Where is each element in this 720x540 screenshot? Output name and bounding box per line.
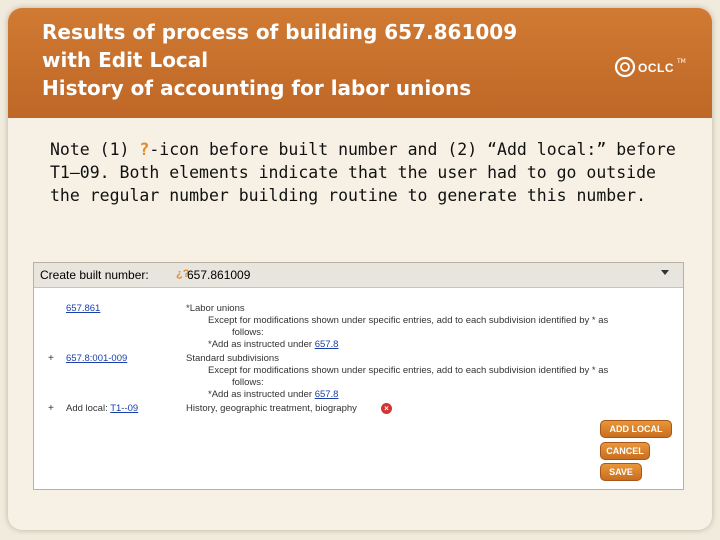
oclc-globe-icon — [614, 56, 636, 78]
instruction-line: Except for modifications shown under spe… — [208, 315, 609, 326]
expand-plus-icon[interactable]: + — [48, 403, 54, 414]
slide-header: Results of process of building 657.86100… — [8, 8, 712, 118]
add-local-entry: Add local: T1--09 — [66, 403, 138, 414]
dropdown-arrow-icon[interactable] — [661, 270, 669, 275]
panel-header[interactable]: Create built number: ¿? 657.861009 — [34, 263, 683, 288]
link-657-8[interactable]: 657.8 — [315, 339, 339, 350]
number-link-standard-subdivisions[interactable]: 657.8:001-009 — [66, 353, 127, 364]
link-657-8[interactable]: 657.8 — [315, 389, 339, 400]
title-line-2: with Edit Local — [42, 48, 209, 72]
link-t1-09[interactable]: T1--09 — [110, 403, 138, 414]
add-instruction: *Add as instructed under 657.8 — [208, 339, 338, 350]
add-local-button[interactable]: ADD LOCAL — [600, 420, 672, 438]
add-instruction: *Add as instructed under 657.8 — [208, 389, 338, 400]
instruction-line: Except for modifications shown under spe… — [208, 365, 609, 376]
instruction-follows: follows: — [232, 377, 264, 388]
caption-standard-subdivisions: Standard subdivisions — [186, 353, 279, 364]
caption-history: History, geographic treatment, biography — [186, 403, 357, 414]
remove-x-icon[interactable]: × — [381, 403, 392, 414]
note-text: Note (1) ?-icon before built number and … — [50, 138, 690, 207]
logo-text: OCLC — [638, 61, 674, 75]
title-line-1: Results of process of building 657.86100… — [42, 20, 518, 44]
question-icon: ? — [139, 140, 150, 159]
panel-header-label: Create built number: — [40, 268, 149, 282]
caption-labor-unions: *Labor unions — [186, 303, 245, 314]
add-instruction-text: *Add as instructed under — [208, 389, 315, 400]
cancel-button[interactable]: CANCEL — [600, 442, 650, 460]
save-button[interactable]: SAVE — [600, 463, 642, 481]
note-part-1: Note (1) — [50, 140, 140, 159]
built-number: 657.861009 — [187, 268, 251, 282]
slide-title: Results of process of building 657.86100… — [42, 18, 517, 102]
logo-tm: TM — [677, 58, 686, 65]
slide: Results of process of building 657.86100… — [0, 0, 720, 540]
expand-plus-icon[interactable]: + — [48, 353, 54, 364]
create-built-number-panel: Create built number: ¿? 657.861009 657.8… — [33, 262, 684, 490]
add-instruction-text: *Add as instructed under — [208, 339, 315, 350]
title-line-3: History of accounting for labor unions — [42, 76, 472, 100]
number-link-657-861[interactable]: 657.861 — [66, 303, 100, 314]
instruction-follows: follows: — [232, 327, 264, 338]
add-local-prefix: Add local: — [66, 403, 111, 414]
oclc-logo: OCLC TM — [614, 56, 694, 80]
